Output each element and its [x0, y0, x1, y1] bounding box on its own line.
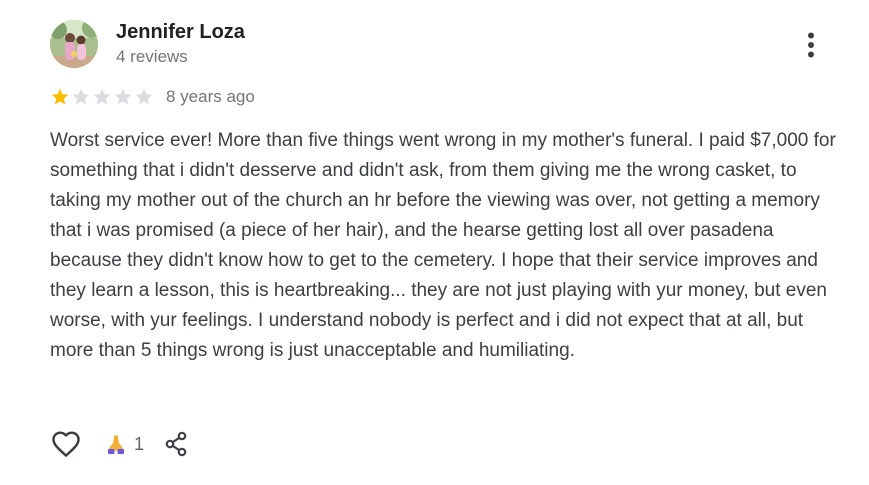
share-button[interactable] — [162, 428, 190, 460]
folded-hands-icon — [108, 435, 124, 454]
review-actions: 1 — [50, 428, 190, 460]
star-empty-icon — [93, 88, 111, 105]
author-name[interactable]: Jennifer Loza — [116, 21, 245, 44]
reaction-button[interactable]: 1 — [104, 432, 144, 456]
review-date: 8 years ago — [166, 87, 255, 106]
rating-row: 8 years ago — [50, 86, 255, 108]
star-filled-icon — [51, 88, 69, 105]
reaction-count: 1 — [134, 433, 145, 454]
review-count: 4 reviews — [116, 47, 188, 66]
heart-outline-icon — [52, 431, 80, 457]
star-empty-icon — [72, 88, 90, 105]
review-card: Jennifer Loza 4 reviews 8 years ago Wors… — [0, 0, 869, 485]
more-vert-icon — [808, 32, 814, 58]
avatar[interactable] — [50, 20, 98, 68]
avatar-photo — [50, 20, 98, 68]
like-button[interactable] — [50, 428, 82, 460]
review-text: Worst service ever! More than five thing… — [50, 130, 836, 361]
more-options-button[interactable] — [796, 28, 826, 62]
star-empty-icon — [135, 88, 153, 105]
star-empty-icon — [114, 88, 132, 105]
star-rating — [50, 87, 154, 107]
share-icon — [165, 431, 187, 457]
